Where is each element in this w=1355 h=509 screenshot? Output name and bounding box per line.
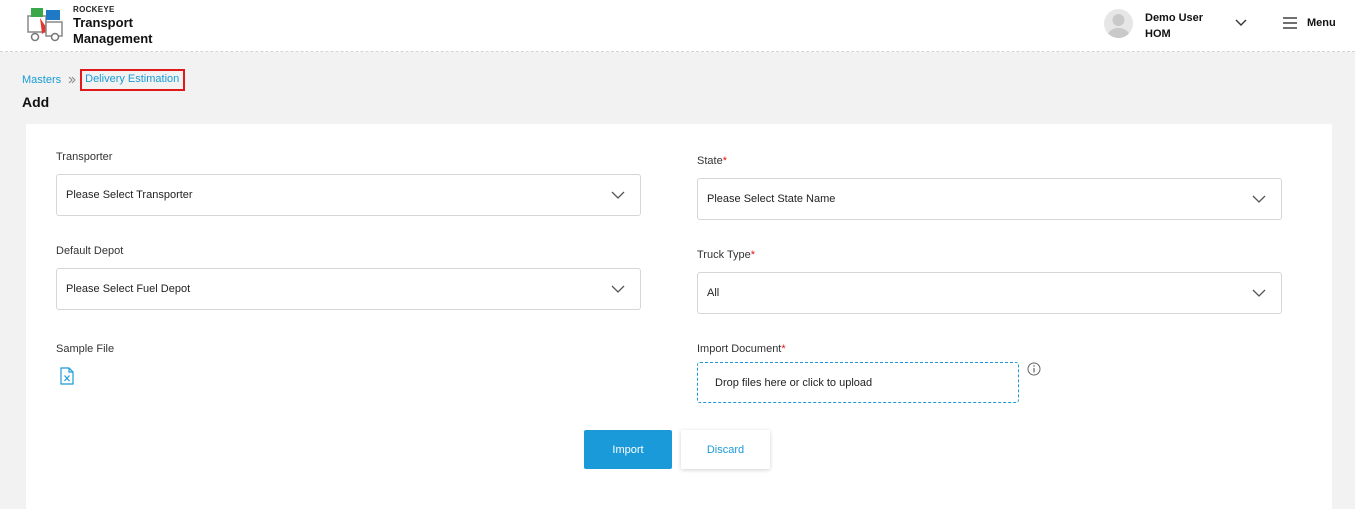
file-dropzone[interactable]: Drop files here or click to upload [697, 362, 1019, 403]
excel-file-icon[interactable] [59, 367, 75, 385]
form-card: Transporter Please Select Transporter De… [26, 124, 1332, 509]
default-depot-select[interactable]: Please Select Fuel Depot [56, 268, 641, 310]
state-label-text: State [697, 155, 723, 167]
chevron-down-icon [611, 191, 625, 199]
avatar[interactable] [1104, 9, 1133, 38]
required-mark: * [781, 343, 786, 355]
breadcrumb-delivery-estimation-link[interactable]: Delivery Estimation [80, 69, 186, 91]
truck-type-label: Truck Type* [697, 249, 755, 261]
chevron-down-icon[interactable] [1234, 17, 1248, 29]
transporter-value: Please Select Transporter [66, 189, 193, 201]
transporter-label: Transporter [56, 151, 113, 163]
chevron-down-icon [1252, 195, 1266, 203]
required-mark: * [722, 155, 727, 167]
dropzone-text: Drop files here or click to upload [715, 377, 873, 389]
truck-logo-icon[interactable] [26, 6, 66, 44]
import-document-label: Import Document* [697, 343, 786, 355]
user-avatar-icon [1107, 14, 1130, 38]
app-header: ROCKEYE Transport Management Demo User H… [0, 0, 1355, 52]
import-button[interactable]: Import [584, 430, 672, 469]
default-depot-label: Default Depot [56, 245, 124, 257]
brand-name: ROCKEYE Transport Management [73, 6, 152, 46]
state-label: State* [697, 155, 727, 167]
menu-label: Menu [1307, 17, 1336, 29]
truck-type-label-text: Truck Type [697, 249, 751, 261]
hamburger-menu-icon [1283, 17, 1297, 29]
transporter-select[interactable]: Please Select Transporter [56, 174, 641, 216]
sample-file-label: Sample File [56, 343, 115, 355]
chevron-down-icon [611, 285, 625, 293]
brand-line2: Management [73, 31, 153, 46]
breadcrumb-masters-link[interactable]: Masters [22, 74, 61, 86]
brand-line1: Transport [73, 15, 133, 30]
user-name: Demo User [1145, 12, 1204, 24]
truck-type-select[interactable]: All [697, 272, 1282, 314]
state-select[interactable]: Please Select State Name [697, 178, 1282, 220]
page-title: Add [22, 94, 50, 110]
chevron-down-icon [1252, 289, 1266, 297]
brand-small-text: ROCKEYE [73, 5, 115, 14]
import-document-label-text: Import Document [697, 343, 782, 355]
default-depot-value: Please Select Fuel Depot [66, 283, 191, 295]
truck-type-value: All [707, 287, 720, 299]
double-chevron-right-icon [68, 76, 76, 84]
discard-button[interactable]: Discard [681, 430, 770, 469]
info-icon[interactable] [1027, 362, 1041, 376]
breadcrumb: Masters Delivery Estimation [22, 69, 186, 91]
required-mark: * [750, 249, 756, 261]
menu-button[interactable]: Menu [1282, 16, 1336, 30]
user-info[interactable]: Demo User HOM [1145, 10, 1203, 42]
user-role: HOM [1145, 28, 1171, 40]
state-value: Please Select State Name [707, 193, 836, 205]
